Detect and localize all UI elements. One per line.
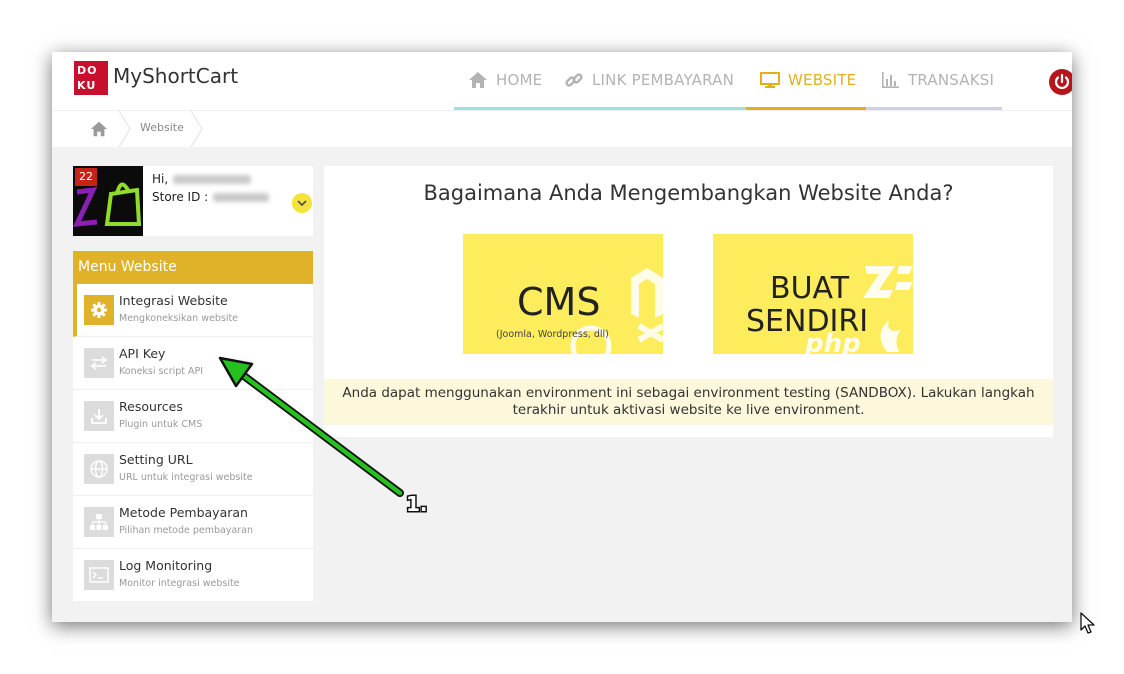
step-label: 1. [406,492,428,516]
annotation-arrow: 1. [218,356,429,518]
mouse-cursor-icon [1080,612,1095,634]
arrow-icon [218,356,404,497]
